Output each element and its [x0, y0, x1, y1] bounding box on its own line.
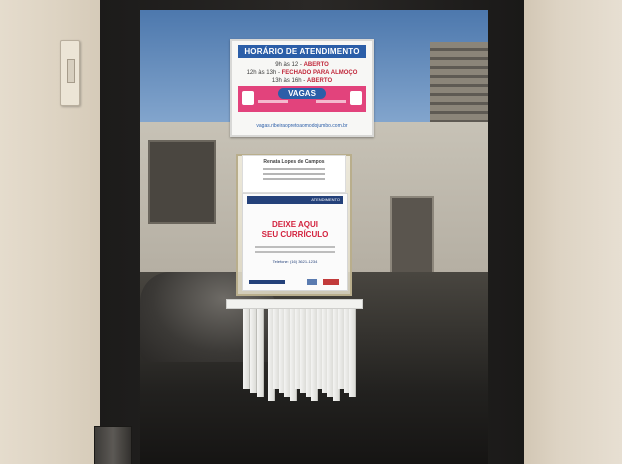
- notice-title: HORÁRIO DE ATENDIMENTO: [238, 45, 366, 58]
- hours-lunch-time: 12h às 13h -: [246, 70, 282, 76]
- business-card-name: Renata Lopes de Campos: [263, 159, 325, 165]
- cv-flyer-title-line1: DEIXE AQUI: [272, 220, 318, 229]
- sponsor-logo-icon: [307, 279, 317, 285]
- light-switch-toggle: [67, 59, 75, 83]
- cv-flyer-footer: [249, 278, 341, 286]
- vagas-band: VAGAS: [238, 86, 366, 112]
- cv-flyer-header: ATENDIMENTO: [247, 196, 343, 204]
- door-handle: [94, 426, 132, 464]
- hours-line-morning: 9h às 12 - ABERTO: [232, 62, 372, 69]
- hours-line-afternoon: 13h às 16h - ABERTO: [232, 78, 372, 85]
- hours-lunch-status: FECHADO PARA ALMOÇO: [281, 70, 358, 76]
- tear-off-header: [226, 299, 363, 309]
- sponsor-logo-icon: [323, 279, 339, 285]
- cv-flyer-title: DEIXE AQUI SEU CURRÍCULO: [243, 220, 347, 240]
- tear-off-tab: [257, 309, 264, 397]
- hours-line-lunch: 12h às 13h - FECHADO PARA ALMOÇO: [232, 70, 372, 77]
- cv-flyer-text-line: [255, 246, 335, 248]
- cv-flyer-footer-bar: [249, 280, 285, 284]
- notice-footer-url: vagas.ribeiraopretoaomodojumbo.com.br: [256, 123, 348, 129]
- business-card-line: [263, 168, 325, 170]
- cv-flyer-title-line2: SEU CURRÍCULO: [261, 230, 329, 239]
- hours-morning-status: ABERTO: [303, 62, 329, 68]
- cv-flyer-text-line: [255, 251, 335, 253]
- tear-off-tab: [349, 309, 356, 397]
- band-text-left: [258, 100, 288, 103]
- business-card-line: [263, 178, 325, 180]
- tear-off-tab: [243, 309, 250, 389]
- wall-right: [514, 0, 622, 464]
- cv-flyer: ATENDIMENTO DEIXE AQUI SEU CURRÍCULO Tel…: [242, 193, 348, 291]
- tear-off-tab: [250, 309, 257, 393]
- logo-right-icon: [350, 91, 362, 105]
- band-text-right: [316, 100, 346, 103]
- hours-morning-time: 9h às 12 -: [275, 62, 304, 68]
- business-card: Renata Lopes de Campos: [242, 155, 346, 193]
- opening-hours-notice: HORÁRIO DE ATENDIMENTO 9h às 12 - ABERTO…: [230, 39, 374, 137]
- wall-left: [0, 0, 108, 464]
- logo-left-icon: [242, 91, 254, 105]
- hours-afternoon-time: 13h às 16h -: [271, 78, 307, 84]
- vagas-label: VAGAS: [278, 88, 326, 99]
- house-window-reflection: [148, 140, 216, 224]
- light-switch: [60, 40, 80, 106]
- cv-flyer-phone: Telefone: (16) 3621-1234: [272, 259, 318, 264]
- hours-afternoon-status: ABERTO: [306, 78, 333, 84]
- business-card-line: [263, 173, 325, 175]
- photo-scene: HORÁRIO DE ATENDIMENTO 9h às 12 - ABERTO…: [0, 0, 622, 464]
